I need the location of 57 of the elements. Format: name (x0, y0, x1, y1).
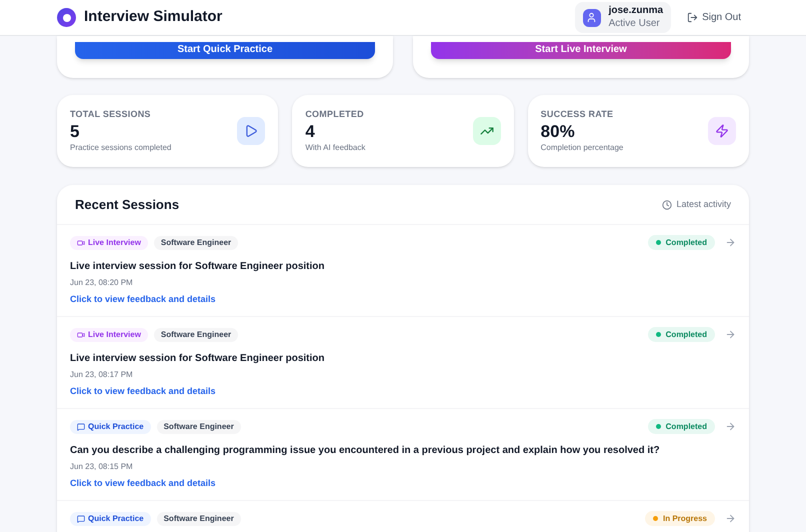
feedback-link[interactable]: Click to view feedback and details (70, 477, 736, 490)
session-title: Live interview session for Software Engineer position (70, 260, 326, 274)
stat-label: TOTAL SESSIONS (70, 108, 152, 121)
session-type-tag: Quick Practice (70, 420, 151, 434)
panel-title: Recent Sessions (75, 196, 180, 214)
stat-caption: With AI feedback (305, 142, 366, 154)
status-label: Completed (666, 328, 707, 340)
arrow-right-icon (725, 513, 736, 524)
sign-out-button[interactable]: Sign Out (687, 10, 749, 25)
user-avatar-icon (582, 8, 601, 26)
latest-activity-label: Latest activity (676, 198, 731, 211)
stat-label: COMPLETED (305, 108, 365, 121)
stat-value: 5 (70, 121, 80, 142)
video-camera-icon (77, 330, 85, 338)
clock-icon (662, 200, 672, 210)
session-type-tag: Live Interview (70, 328, 148, 342)
trend-up-icon (472, 117, 501, 145)
arrow-right-icon (725, 237, 736, 248)
lightning-icon (708, 117, 736, 145)
session-date: Jun 23, 08:20 PM (70, 277, 134, 289)
sign-out-icon (687, 12, 698, 23)
speech-bubble-icon (77, 514, 85, 522)
stat-caption: Practice sessions completed (70, 142, 172, 154)
session-row[interactable]: Quick Practice Software Engineer In Progress (57, 501, 749, 532)
session-title: Can you describe a challenging programming issue you encountered in a previous project and explain how you resolved it? (70, 444, 661, 458)
user-role: Active User (608, 18, 661, 30)
status-label: Completed (666, 420, 707, 432)
role-tag: Software Engineer (156, 512, 241, 526)
role-tag: Software Engineer (156, 420, 241, 434)
user-chip[interactable]: jose.zunma Active User (574, 2, 672, 33)
start-button[interactable]: Start Quick Practice (75, 42, 375, 58)
session-type-tag: Quick Practice (70, 512, 151, 526)
play-icon (237, 117, 266, 145)
feedback-link[interactable]: Click to view feedback and details (70, 293, 736, 306)
session-date: Jun 23, 08:17 PM (70, 369, 134, 381)
video-camera-icon (77, 238, 85, 246)
arrow-right-icon (725, 329, 736, 340)
role-tag: Software Engineer (154, 328, 238, 342)
status-label: In Progress (662, 512, 707, 524)
session-title: Live interview session for Software Engineer position (70, 352, 326, 366)
stat-caption: Completion percentage (540, 142, 624, 154)
speech-bubble-icon (77, 422, 85, 430)
logo-icon (57, 8, 76, 27)
stat-value: 4 (305, 121, 316, 142)
app-title: Interview Simulator (84, 7, 222, 28)
arrow-right-icon (725, 421, 736, 432)
stat-value: 80% (540, 121, 576, 142)
user-name: jose.zunma (608, 5, 664, 18)
session-row[interactable]: Live Interview Software Engineer Completed Live interview session for Software Engineer position Jun 23, 08:20 PM Click to view feedback and details (57, 225, 749, 317)
stat-label: SUCCESS RATE (540, 108, 614, 121)
session-date: Jun 23, 08:15 PM (70, 461, 134, 473)
session-type-tag: Live Interview (70, 236, 148, 250)
role-tag: Software Engineer (154, 236, 238, 250)
session-row[interactable]: Live Interview Software Engineer Completed Live interview session for Software Engineer position Jun 23, 08:17 PM Click to view feedback and details (57, 317, 749, 409)
feedback-link[interactable]: Click to view feedback and details (70, 385, 736, 398)
start-button[interactable]: Start Live Interview (431, 42, 731, 58)
status-label: Completed (666, 236, 707, 248)
